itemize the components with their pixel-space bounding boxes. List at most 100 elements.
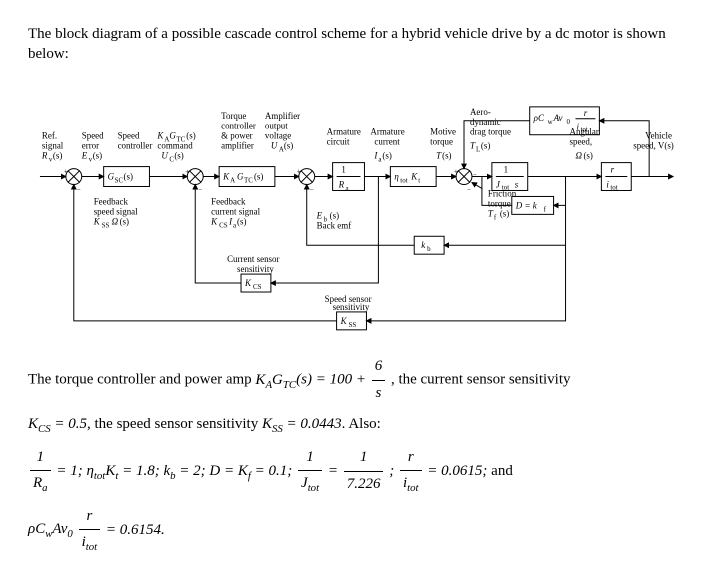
svg-text:speed, V(s): speed, V(s) bbox=[633, 140, 674, 150]
eq-line-3: 1Ra = 1; ηtotKt = 1.8; kb = 2; D = Kf = … bbox=[28, 445, 685, 498]
svg-text:G: G bbox=[108, 171, 115, 181]
svg-text:command: command bbox=[157, 140, 193, 150]
svg-text:K: K bbox=[410, 171, 418, 181]
svg-text:−: − bbox=[467, 185, 471, 193]
svg-text:Current sensor: Current sensor bbox=[227, 254, 279, 264]
svg-text:K: K bbox=[244, 278, 252, 288]
svg-text:(s): (s) bbox=[120, 216, 129, 226]
svg-text:R: R bbox=[338, 179, 345, 189]
sum-torque: +−− bbox=[454, 167, 477, 193]
eq-line-4: ρCwAv0 ritot = 0.6154. bbox=[28, 504, 685, 557]
svg-text:K: K bbox=[93, 216, 101, 226]
svg-text:(s): (s) bbox=[186, 130, 195, 140]
svg-text:R: R bbox=[41, 150, 48, 160]
svg-text:current signal: current signal bbox=[211, 206, 260, 216]
svg-text:output: output bbox=[265, 120, 288, 130]
svg-text:TC: TC bbox=[244, 176, 253, 184]
svg-text:1: 1 bbox=[341, 164, 345, 174]
sum-voltage: +− bbox=[297, 167, 315, 193]
svg-text:f: f bbox=[494, 213, 497, 221]
svg-text:−: − bbox=[473, 170, 477, 178]
svg-text:tot: tot bbox=[610, 183, 617, 191]
svg-text:E: E bbox=[316, 210, 323, 220]
eq-paragraph-2: KCS = 0.5, the speed sensor sensitivity … bbox=[28, 412, 685, 438]
svg-text:Feedback: Feedback bbox=[94, 196, 129, 206]
svg-text:G: G bbox=[237, 171, 244, 181]
svg-text:speed signal: speed signal bbox=[94, 206, 138, 216]
sum-speed: +− bbox=[64, 167, 82, 193]
svg-text:error: error bbox=[82, 140, 99, 150]
svg-text:(s): (s) bbox=[254, 171, 263, 181]
svg-text:a: a bbox=[346, 184, 349, 192]
svg-text:Amplifier: Amplifier bbox=[265, 110, 300, 120]
svg-text:1: 1 bbox=[504, 164, 508, 174]
svg-text:torque: torque bbox=[430, 136, 453, 146]
svg-text:K: K bbox=[156, 130, 164, 140]
svg-text:Angular: Angular bbox=[570, 126, 599, 136]
svg-text:K: K bbox=[210, 216, 218, 226]
svg-text:Speed: Speed bbox=[82, 130, 104, 140]
svg-text:tot: tot bbox=[400, 176, 407, 184]
svg-text:Armature: Armature bbox=[327, 126, 361, 136]
svg-text:Vehicle: Vehicle bbox=[645, 130, 672, 140]
svg-text:(s): (s) bbox=[284, 140, 293, 150]
svg-text:ρC: ρC bbox=[533, 112, 545, 122]
svg-text:L: L bbox=[476, 145, 480, 153]
svg-text:dynamic: dynamic bbox=[470, 116, 501, 126]
svg-text:sensitivity: sensitivity bbox=[333, 301, 370, 311]
svg-text:(s): (s) bbox=[93, 150, 102, 160]
svg-text:(s): (s) bbox=[382, 150, 391, 160]
svg-text:controller: controller bbox=[221, 120, 256, 130]
svg-text:Torque: Torque bbox=[221, 110, 246, 120]
svg-text:Back emf: Back emf bbox=[317, 220, 352, 230]
svg-text:r: r bbox=[611, 164, 615, 174]
svg-text:r: r bbox=[584, 107, 588, 117]
svg-text:voltage: voltage bbox=[265, 130, 291, 140]
svg-text:E: E bbox=[81, 150, 88, 160]
svg-text:t: t bbox=[418, 176, 420, 184]
svg-text:drag torque: drag torque bbox=[470, 126, 511, 136]
eq-paragraph-1: The torque controller and power amp KAGT… bbox=[28, 354, 685, 406]
svg-text:SC: SC bbox=[115, 176, 124, 184]
svg-text:amplifier: amplifier bbox=[221, 140, 254, 150]
svg-text:G: G bbox=[169, 130, 176, 140]
ref-label: Ref. bbox=[42, 130, 57, 140]
svg-text:Motive: Motive bbox=[430, 126, 456, 136]
svg-text:Feedback: Feedback bbox=[211, 196, 246, 206]
svg-text:(s): (s) bbox=[53, 150, 62, 160]
svg-text:Speed: Speed bbox=[118, 130, 140, 140]
svg-text:a: a bbox=[378, 155, 381, 163]
svg-text:Av: Av bbox=[553, 112, 563, 122]
svg-text:Armature: Armature bbox=[370, 126, 404, 136]
svg-text:w: w bbox=[548, 117, 553, 125]
svg-text:(s): (s) bbox=[500, 208, 509, 218]
svg-text:η: η bbox=[394, 171, 399, 181]
svg-text:+: + bbox=[64, 167, 68, 175]
svg-text:K: K bbox=[222, 171, 230, 181]
svg-text:controller: controller bbox=[118, 140, 153, 150]
svg-text:speed,: speed, bbox=[570, 136, 593, 146]
svg-text:Ω: Ω bbox=[575, 150, 582, 160]
svg-text:−: − bbox=[310, 185, 314, 193]
svg-text:−: − bbox=[77, 185, 81, 193]
svg-text:signal: signal bbox=[42, 140, 64, 150]
svg-text:torque: torque bbox=[488, 198, 511, 208]
svg-text:U: U bbox=[271, 140, 278, 150]
svg-text:+: + bbox=[297, 167, 301, 175]
svg-text:+: + bbox=[185, 167, 189, 175]
svg-text:b: b bbox=[427, 245, 431, 253]
svg-text:Friction: Friction bbox=[488, 188, 517, 198]
svg-text:D = k: D = k bbox=[515, 200, 538, 210]
svg-text:−: − bbox=[198, 185, 202, 193]
svg-text:(s): (s) bbox=[330, 210, 339, 220]
svg-text:& power: & power bbox=[221, 130, 253, 140]
block-diagram: +− +− +− +−− GSC(s) KAGTC(s) 1 Ra ηtotKt… bbox=[28, 77, 685, 341]
svg-text:A: A bbox=[230, 176, 235, 184]
svg-text:(s): (s) bbox=[174, 150, 183, 160]
svg-text:a: a bbox=[233, 221, 236, 229]
svg-text:Aero-: Aero- bbox=[470, 106, 491, 116]
svg-text:(s): (s) bbox=[124, 171, 133, 181]
svg-text:(s): (s) bbox=[583, 150, 592, 160]
intro-text: The block diagram of a possible cascade … bbox=[28, 24, 685, 65]
svg-text:SS: SS bbox=[102, 221, 110, 229]
